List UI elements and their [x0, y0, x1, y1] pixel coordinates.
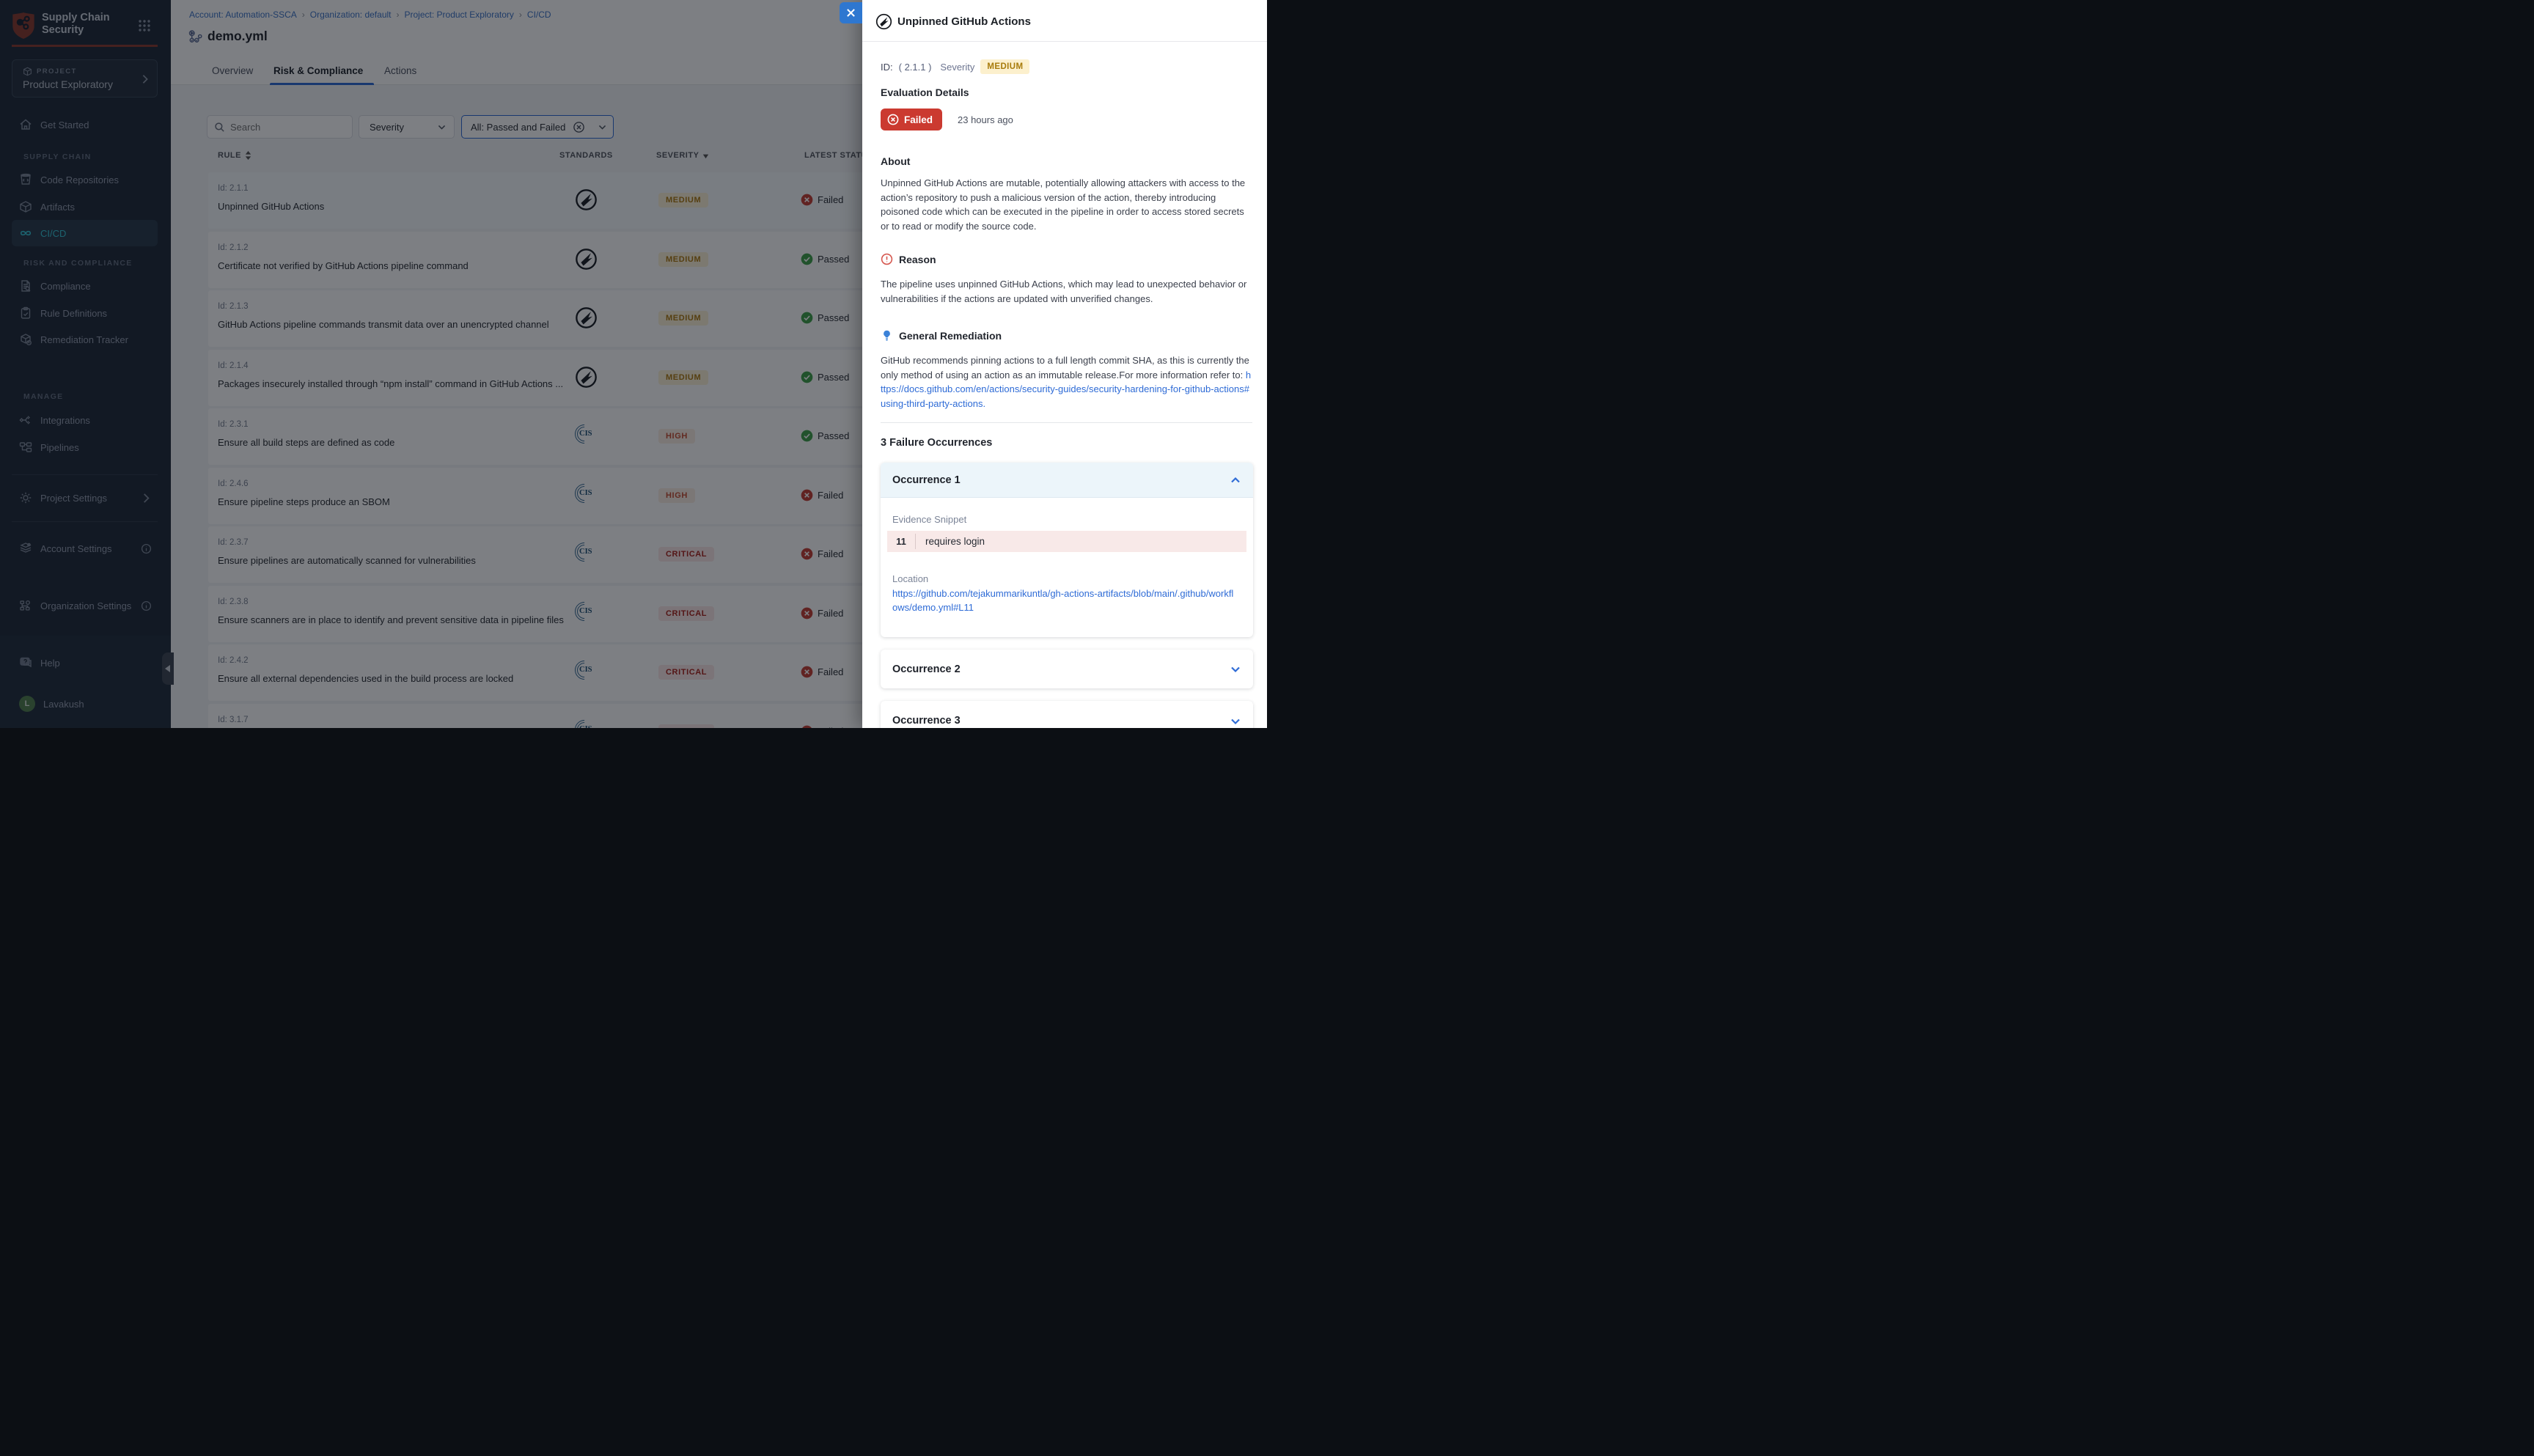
remediation-text: GitHub recommends pinning actions to a f…: [881, 353, 1252, 411]
rule-meta: ID: ( 2.1.1 ) Severity MEDIUM: [881, 59, 1029, 74]
severity-badge: MEDIUM: [980, 59, 1029, 74]
alert-icon: [881, 253, 893, 265]
chevron-up-icon: [1230, 474, 1241, 486]
failure-occurrences-heading: 3 Failure Occurrences: [881, 437, 992, 449]
evaluation-details-heading: Evaluation Details: [881, 87, 969, 98]
divider: [862, 41, 1267, 42]
occurrence-2-card: Occurrence 2: [881, 650, 1253, 688]
evidence-snippet: 11 requires login: [887, 531, 1246, 552]
chevron-down-icon: [1230, 716, 1241, 727]
failed-icon: [887, 114, 899, 125]
occurrence-3-header[interactable]: Occurrence 3: [881, 701, 1253, 728]
evidence-line-number: 11: [887, 536, 915, 547]
close-icon: [846, 8, 856, 18]
reason-heading: Reason: [881, 253, 936, 265]
occurrence-1-card: Occurrence 1 Evidence Snippet 11 require…: [881, 463, 1253, 637]
close-button[interactable]: [840, 2, 862, 23]
location-link[interactable]: https://github.com/tejakummarikuntla/gh-…: [892, 587, 1237, 614]
rule-id-value: ( 2.1.1 ): [899, 62, 932, 73]
general-remediation-heading: General Remediation: [881, 329, 1002, 342]
evidence-snippet-label: Evidence Snippet: [892, 514, 966, 525]
details-drawer: Unpinned GitHub Actions ID: ( 2.1.1 ) Se…: [862, 0, 1267, 728]
owasp-standard-icon: [875, 13, 892, 30]
occurrence-2-header[interactable]: Occurrence 2: [881, 650, 1253, 688]
about-heading: About: [881, 155, 910, 167]
reason-text: The pipeline uses unpinned GitHub Action…: [881, 277, 1252, 306]
lightbulb-icon: [881, 329, 893, 342]
app-root: Supply Chain Security PROJECT Product Ex…: [0, 0, 1267, 728]
chevron-down-icon: [1230, 663, 1241, 675]
drawer-title: Unpinned GitHub Actions: [897, 15, 1031, 28]
divider: [915, 534, 916, 549]
occurrence-1-header[interactable]: Occurrence 1: [881, 463, 1253, 498]
about-text: Unpinned GitHub Actions are mutable, pot…: [881, 176, 1252, 233]
occurrence-3-card: Occurrence 3: [881, 701, 1253, 728]
status-badge: Failed: [881, 109, 942, 130]
evidence-text: requires login: [925, 536, 985, 547]
location-label: Location: [892, 573, 928, 584]
divider: [881, 422, 1252, 423]
evaluated-time: 23 hours ago: [958, 114, 1013, 125]
